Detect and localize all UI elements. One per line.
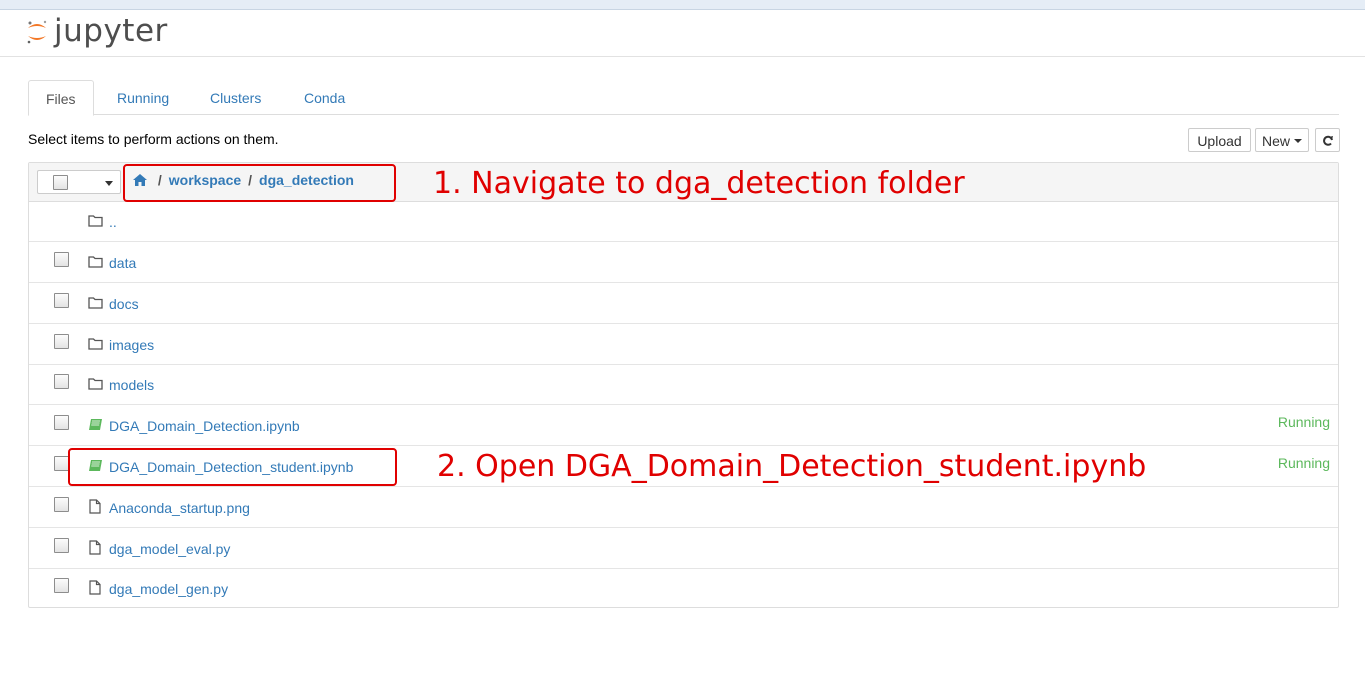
file-row[interactable]: docs [29,283,1338,324]
file-name-link[interactable]: models [109,377,154,393]
row-checkbox[interactable] [54,497,69,512]
file-row[interactable]: Anaconda_startup.png [29,487,1338,528]
file-row[interactable]: images [29,324,1338,365]
folder-icon [88,214,103,230]
file-name-link[interactable]: Anaconda_startup.png [109,500,250,516]
annotation-box-student-notebook [68,448,397,486]
file-row[interactable]: models [29,364,1338,405]
folder-icon [88,255,103,271]
running-status: Running [1277,455,1330,471]
new-button[interactable]: New [1255,128,1309,152]
select-all-dropdown[interactable] [37,170,121,194]
row-checkbox[interactable] [54,538,69,553]
selection-hint: Select items to perform actions on them. [28,131,279,147]
notebook-icon [88,418,103,434]
file-icon [89,580,101,598]
tab-bar: Files Running Clusters Conda [28,80,1339,116]
folder-icon [88,296,103,312]
annotation-step1: 1. Navigate to dga_detection folder [433,166,965,201]
file-icon [89,540,101,558]
new-button-label: New [1262,133,1291,149]
browser-top-strip [0,0,1365,10]
file-row[interactable]: dga_model_eval.py [29,528,1338,569]
jupyter-logo-icon [27,20,47,43]
row-checkbox[interactable] [54,415,69,430]
caret-down-icon [1294,139,1302,143]
file-name-link[interactable]: .. [109,214,117,230]
annotation-box-breadcrumb [123,164,396,202]
jupyter-logo[interactable]: jupyter [26,16,168,47]
file-name-link[interactable]: dga_model_eval.py [109,541,230,557]
tab-clusters[interactable]: Clusters [210,80,261,114]
tab-files[interactable]: Files [28,80,94,116]
tab-conda[interactable]: Conda [304,80,345,114]
refresh-icon [1322,135,1333,146]
file-row[interactable]: .. [29,201,1338,242]
select-all-checkbox[interactable] [53,175,68,190]
row-checkbox[interactable] [54,456,69,471]
annotation-step2: 2. Open DGA_Domain_Detection_student.ipy… [437,449,1147,484]
caret-down-icon[interactable] [105,181,113,186]
file-name-link[interactable]: data [109,255,136,271]
logo-text: jupyter [54,13,168,49]
row-checkbox[interactable] [54,374,69,389]
tab-running[interactable]: Running [117,80,169,114]
row-checkbox[interactable] [54,252,69,267]
file-name-link[interactable]: docs [109,296,139,312]
row-checkbox[interactable] [54,334,69,349]
upload-button[interactable]: Upload [1188,128,1251,152]
folder-icon [88,377,103,393]
file-row[interactable]: DGA_Domain_Detection.ipynb Running [29,405,1338,446]
refresh-button[interactable] [1315,128,1340,152]
header: jupyter [0,10,1365,57]
file-icon [89,499,101,517]
folder-icon [88,337,103,353]
running-status: Running [1277,414,1330,430]
file-list: / workspace / dga_detection .. data docs image… [28,162,1339,608]
file-name-link[interactable]: images [109,337,154,353]
file-row[interactable]: dga_model_gen.py [29,568,1338,609]
row-checkbox[interactable] [54,578,69,593]
file-name-link[interactable]: dga_model_gen.py [109,581,228,597]
file-name-link[interactable]: DGA_Domain_Detection.ipynb [109,418,300,434]
file-row[interactable]: data [29,242,1338,283]
row-checkbox[interactable] [54,293,69,308]
